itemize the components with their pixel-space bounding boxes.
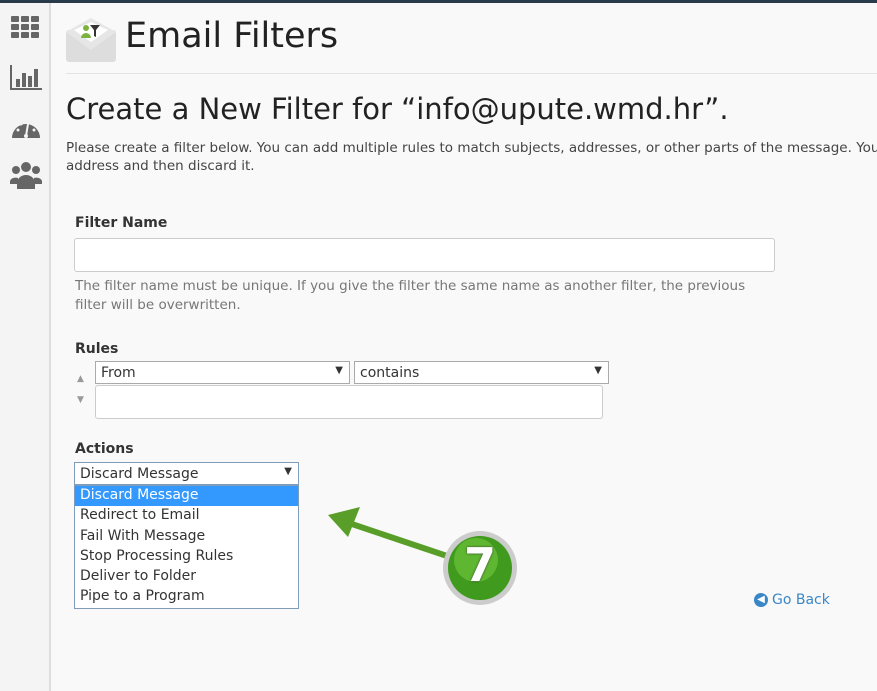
chevron-down-icon: ▼ [594, 365, 602, 376]
email-filter-icon [66, 18, 116, 62]
section-heading: Create a New Filter for “info@upute.wmd.… [66, 92, 729, 126]
users-icon[interactable] [10, 160, 42, 190]
action-select[interactable]: Discard Message ▼ [74, 462, 299, 485]
rule-field-select[interactable]: From ▼ [95, 361, 350, 384]
action-option[interactable]: Redirect to Email [75, 506, 298, 526]
chevron-down-icon: ▼ [335, 365, 343, 376]
page-title: Email Filters [125, 16, 339, 56]
action-option[interactable]: Deliver to Folder [75, 567, 298, 587]
dashboard-gauge-icon[interactable] [10, 114, 42, 144]
bar-chart-icon[interactable] [10, 63, 42, 93]
step-number-badge: 7 [463, 538, 496, 592]
filter-name-help: The filter name must be unique. If you g… [75, 278, 746, 313]
filter-name-label: Filter Name [75, 215, 168, 231]
action-option[interactable]: Stop Processing Rules [75, 547, 298, 567]
action-option[interactable]: Discard Message [75, 486, 298, 507]
top-bar [0, 0, 877, 3]
intro-text: Please create a filter below. You can ad… [66, 140, 877, 174]
rules-label: Rules [75, 341, 119, 357]
move-up-icon[interactable]: ▲ [77, 374, 84, 384]
action-option[interactable]: Pipe to a Program [75, 587, 298, 607]
action-dropdown-list: Discard Message Redirect to Email Fail W… [74, 485, 299, 609]
arrow-left-circle-icon: ◀ [754, 593, 768, 607]
rule-value-input[interactable] [95, 385, 603, 419]
actions-label: Actions [75, 441, 134, 457]
filter-name-input[interactable] [74, 238, 775, 272]
page-header: Email Filters [66, 14, 877, 74]
go-back-link[interactable]: ◀ Go Back [754, 592, 830, 608]
rule-operator-select[interactable]: contains ▼ [354, 361, 609, 384]
action-option[interactable]: Fail With Message [75, 527, 298, 547]
sidebar [0, 3, 51, 691]
move-down-icon[interactable]: ▼ [77, 395, 84, 405]
chevron-down-icon: ▼ [284, 466, 292, 477]
grid-icon[interactable] [10, 13, 42, 43]
